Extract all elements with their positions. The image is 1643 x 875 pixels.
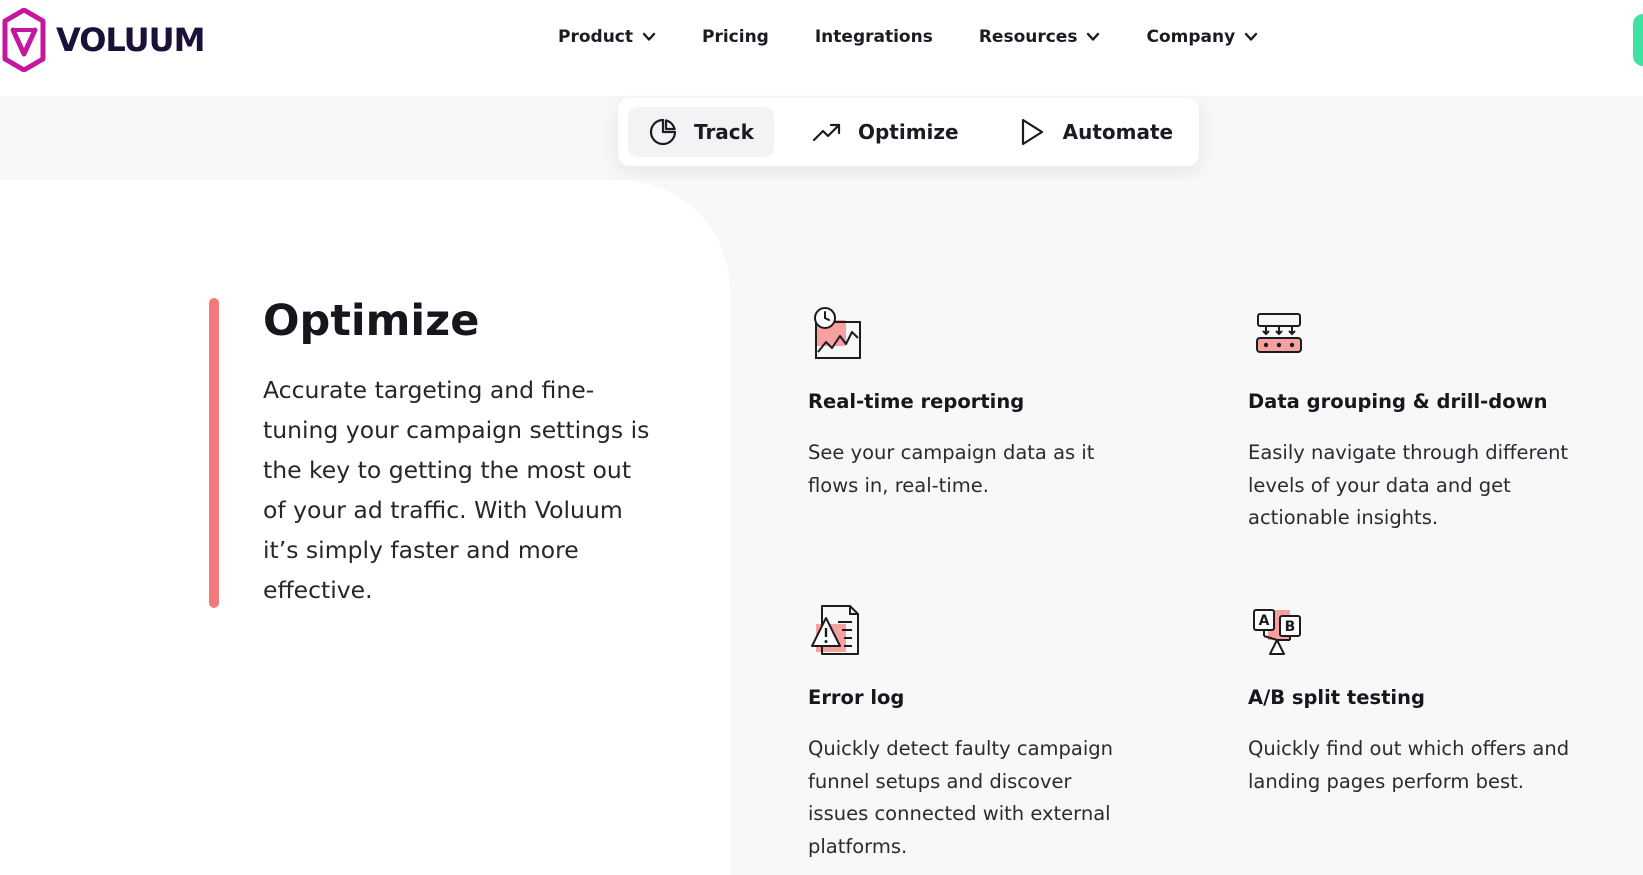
tab-automate[interactable]: Automate — [997, 107, 1193, 157]
feature-ab-testing: A B A/B split testing Quickly find out w… — [1248, 602, 1628, 798]
play-icon — [1021, 118, 1043, 146]
feature-description: Quickly detect faulty campaign funnel se… — [808, 737, 1114, 858]
feature-error-log: Error log Quickly detect faulty campaign… — [808, 602, 1188, 863]
feature-title: Data grouping & drill-down — [1248, 390, 1548, 413]
optimize-section: Optimize Accurate targeting and fine-tun… — [0, 180, 1643, 875]
realtime-chart-icon — [814, 307, 861, 359]
nav-company-label: Company — [1146, 27, 1236, 47]
tab-track[interactable]: Track — [628, 107, 774, 157]
pie-chart-icon — [649, 118, 677, 146]
cta-button-edge[interactable] — [1633, 14, 1643, 66]
chevron-down-icon — [1244, 32, 1258, 41]
voluum-logo-icon — [2, 8, 46, 72]
nav-integrations-label: Integrations — [814, 27, 933, 47]
ab-testing-icon: A B — [1253, 609, 1301, 655]
nav-company[interactable]: Company — [1146, 27, 1258, 47]
feature-title: Real-time reporting — [808, 390, 1025, 413]
accent-bar — [209, 298, 219, 608]
main-nav: Product Pricing Integrations Resources C… — [558, 24, 1304, 50]
site-header: VOLUUM Product Pricing Integrations Reso… — [0, 0, 1643, 96]
nav-pricing[interactable]: Pricing — [702, 27, 769, 47]
nav-resources-label: Resources — [978, 27, 1078, 47]
nav-product[interactable]: Product — [558, 27, 656, 47]
section-title: Optimize — [263, 296, 480, 346]
tab-optimize[interactable]: Optimize — [792, 107, 979, 157]
error-log-icon — [811, 605, 859, 655]
tab-track-label: Track — [694, 120, 754, 144]
tab-automate-label: Automate — [1062, 120, 1174, 144]
data-grouping-icon — [1256, 313, 1302, 353]
feature-description: Quickly find out which offers and landin… — [1248, 737, 1570, 793]
feature-tabs: Track Optimize Automate — [618, 98, 1199, 166]
tab-optimize-label: Optimize — [857, 120, 959, 144]
feature-description: See your campaign data as it flows in, r… — [808, 441, 1095, 497]
nav-pricing-label: Pricing — [702, 27, 769, 47]
feature-description: Easily navigate through different levels… — [1248, 441, 1569, 529]
feature-title: A/B split testing — [1248, 686, 1425, 709]
section-description: Accurate targeting and fine-tuning your … — [263, 376, 650, 604]
voluum-logo[interactable]: VOLUUM — [2, 8, 205, 72]
svg-text:B: B — [1285, 619, 1296, 635]
svg-text:A: A — [1259, 613, 1270, 629]
feature-data-grouping: Data grouping & drill-down Easily naviga… — [1248, 306, 1628, 535]
chevron-down-icon — [1087, 32, 1100, 41]
logo-text: VOLUUM — [56, 21, 205, 59]
nav-resources[interactable]: Resources — [979, 27, 1101, 47]
feature-realtime-reporting: Real-time reporting See your campaign da… — [808, 306, 1188, 502]
feature-title: Error log — [808, 686, 905, 709]
nav-product-label: Product — [558, 27, 633, 47]
chevron-down-icon — [642, 32, 656, 41]
trending-up-icon — [812, 123, 841, 142]
nav-integrations[interactable]: Integrations — [815, 27, 933, 47]
